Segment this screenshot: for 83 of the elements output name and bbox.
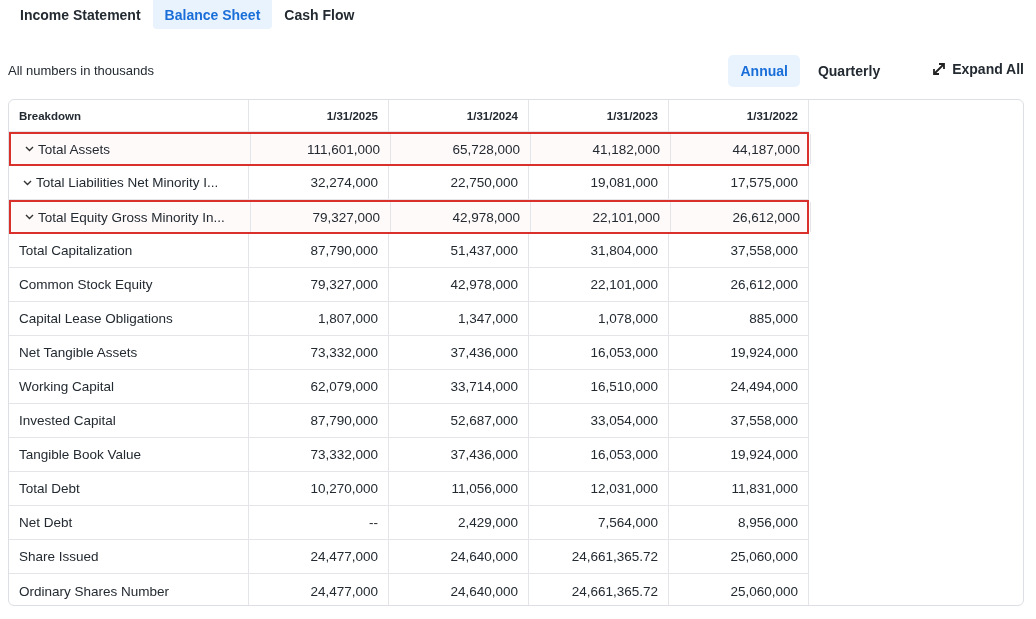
table-cell: 37,558,000 [669,234,809,267]
table-cell: 44,187,000 [671,134,811,164]
table-cell: 65,728,000 [391,134,531,164]
table-cell: 7,564,000 [529,506,669,539]
row-label: Capital Lease Obligations [19,311,173,326]
table-cell: 62,079,000 [249,370,389,403]
table-cell: 10,270,000 [249,472,389,505]
row-label: Net Debt [19,515,73,530]
table-cell: 22,101,000 [531,202,671,232]
column-header: 1/31/2023 [529,100,669,131]
tab[interactable]: Income Statement [8,0,153,29]
column-header: Breakdown [9,100,249,131]
row-label: Share Issued [19,549,99,564]
row-label: Net Tangible Assets [19,345,138,360]
table-cell: 31,804,000 [529,234,669,267]
period-button[interactable]: Quarterly [805,54,893,87]
tab[interactable]: Cash Flow [272,0,367,29]
row-label: Total Equity Gross Minority In... [38,209,225,225]
table-cell: 42,978,000 [391,202,531,232]
row-label: Ordinary Shares Number [19,583,170,599]
table-cell: 42,978,000 [389,268,529,301]
table-cell: 52,687,000 [389,404,529,437]
tab[interactable]: Balance Sheet [152,0,273,29]
table-cell: 87,790,000 [249,234,389,267]
table-cell: 19,924,000 [669,336,809,369]
table-cell: 16,053,000 [529,336,669,369]
table-cell: 87,790,000 [249,404,389,437]
row-label: Total Debt [19,481,80,496]
row-label: Tangible Book Value [19,447,142,462]
table-cell: 51,437,000 [389,234,529,267]
table-cell: 1,807,000 [249,302,389,335]
table-cell: 41,182,000 [531,134,671,164]
table-cell: 37,558,000 [669,404,809,437]
table-cell: 32,274,000 [249,166,389,199]
table-cell: 885,000 [669,302,809,335]
table-cell: 24,477,000 [249,540,389,573]
period-button[interactable]: Annual [728,54,800,87]
expand-all-button[interactable]: Expand All [932,61,1024,77]
table-cell: 12,031,000 [529,472,669,505]
table-cell: 37,436,000 [389,438,529,471]
table-cell: 11,056,000 [389,472,529,505]
table-cell: 19,924,000 [669,438,809,471]
row-label: Working Capital [19,379,115,394]
table-cell: 24,661,365.72 [529,574,669,605]
row-label: Common Stock Equity [19,277,153,292]
table-cell: 2,429,000 [389,506,529,539]
table-cell: 16,510,000 [529,370,669,403]
row-label: Total Assets [38,141,111,157]
row-label: Total Capitalization [19,243,133,258]
column-header: 1/31/2025 [249,100,389,131]
table-cell: 79,327,000 [251,202,391,232]
table-cell: -- [249,506,389,539]
table-cell: 1,078,000 [529,302,669,335]
table-cell: 73,332,000 [249,438,389,471]
table-cell: 79,327,000 [249,268,389,301]
table-cell: 37,436,000 [389,336,529,369]
table-cell: 24,640,000 [389,540,529,573]
table-cell: 26,612,000 [669,268,809,301]
table-cell: 73,332,000 [249,336,389,369]
table-cell: 25,060,000 [669,574,809,605]
table-cell: 17,575,000 [669,166,809,199]
table-cell: 26,612,000 [671,202,811,232]
table-cell: 19,081,000 [529,166,669,199]
row-label: Invested Capital [19,413,116,428]
table-cell: 111,601,000 [251,134,391,164]
table-cell: 25,060,000 [669,540,809,573]
column-header: 1/31/2024 [389,100,529,131]
table-cell: 1,347,000 [389,302,529,335]
table-cell: 8,956,000 [669,506,809,539]
table-cell: 11,831,000 [669,472,809,505]
table-cell: 22,101,000 [529,268,669,301]
table-cell: 33,054,000 [529,404,669,437]
table-cell: 24,477,000 [249,574,389,605]
table-cell: 24,661,365.72 [529,540,669,573]
column-header: 1/31/2022 [669,100,809,131]
table-cell: 24,640,000 [389,574,529,605]
table-cell: 16,053,000 [529,438,669,471]
table-cell: 33,714,000 [389,370,529,403]
row-label: Total Liabilities Net Minority I... [36,175,219,190]
expand-arrows-icon [932,62,947,76]
units-note: All numbers in thousands [8,63,155,78]
table-cell: 24,494,000 [669,370,809,403]
table-cell: 22,750,000 [389,166,529,199]
